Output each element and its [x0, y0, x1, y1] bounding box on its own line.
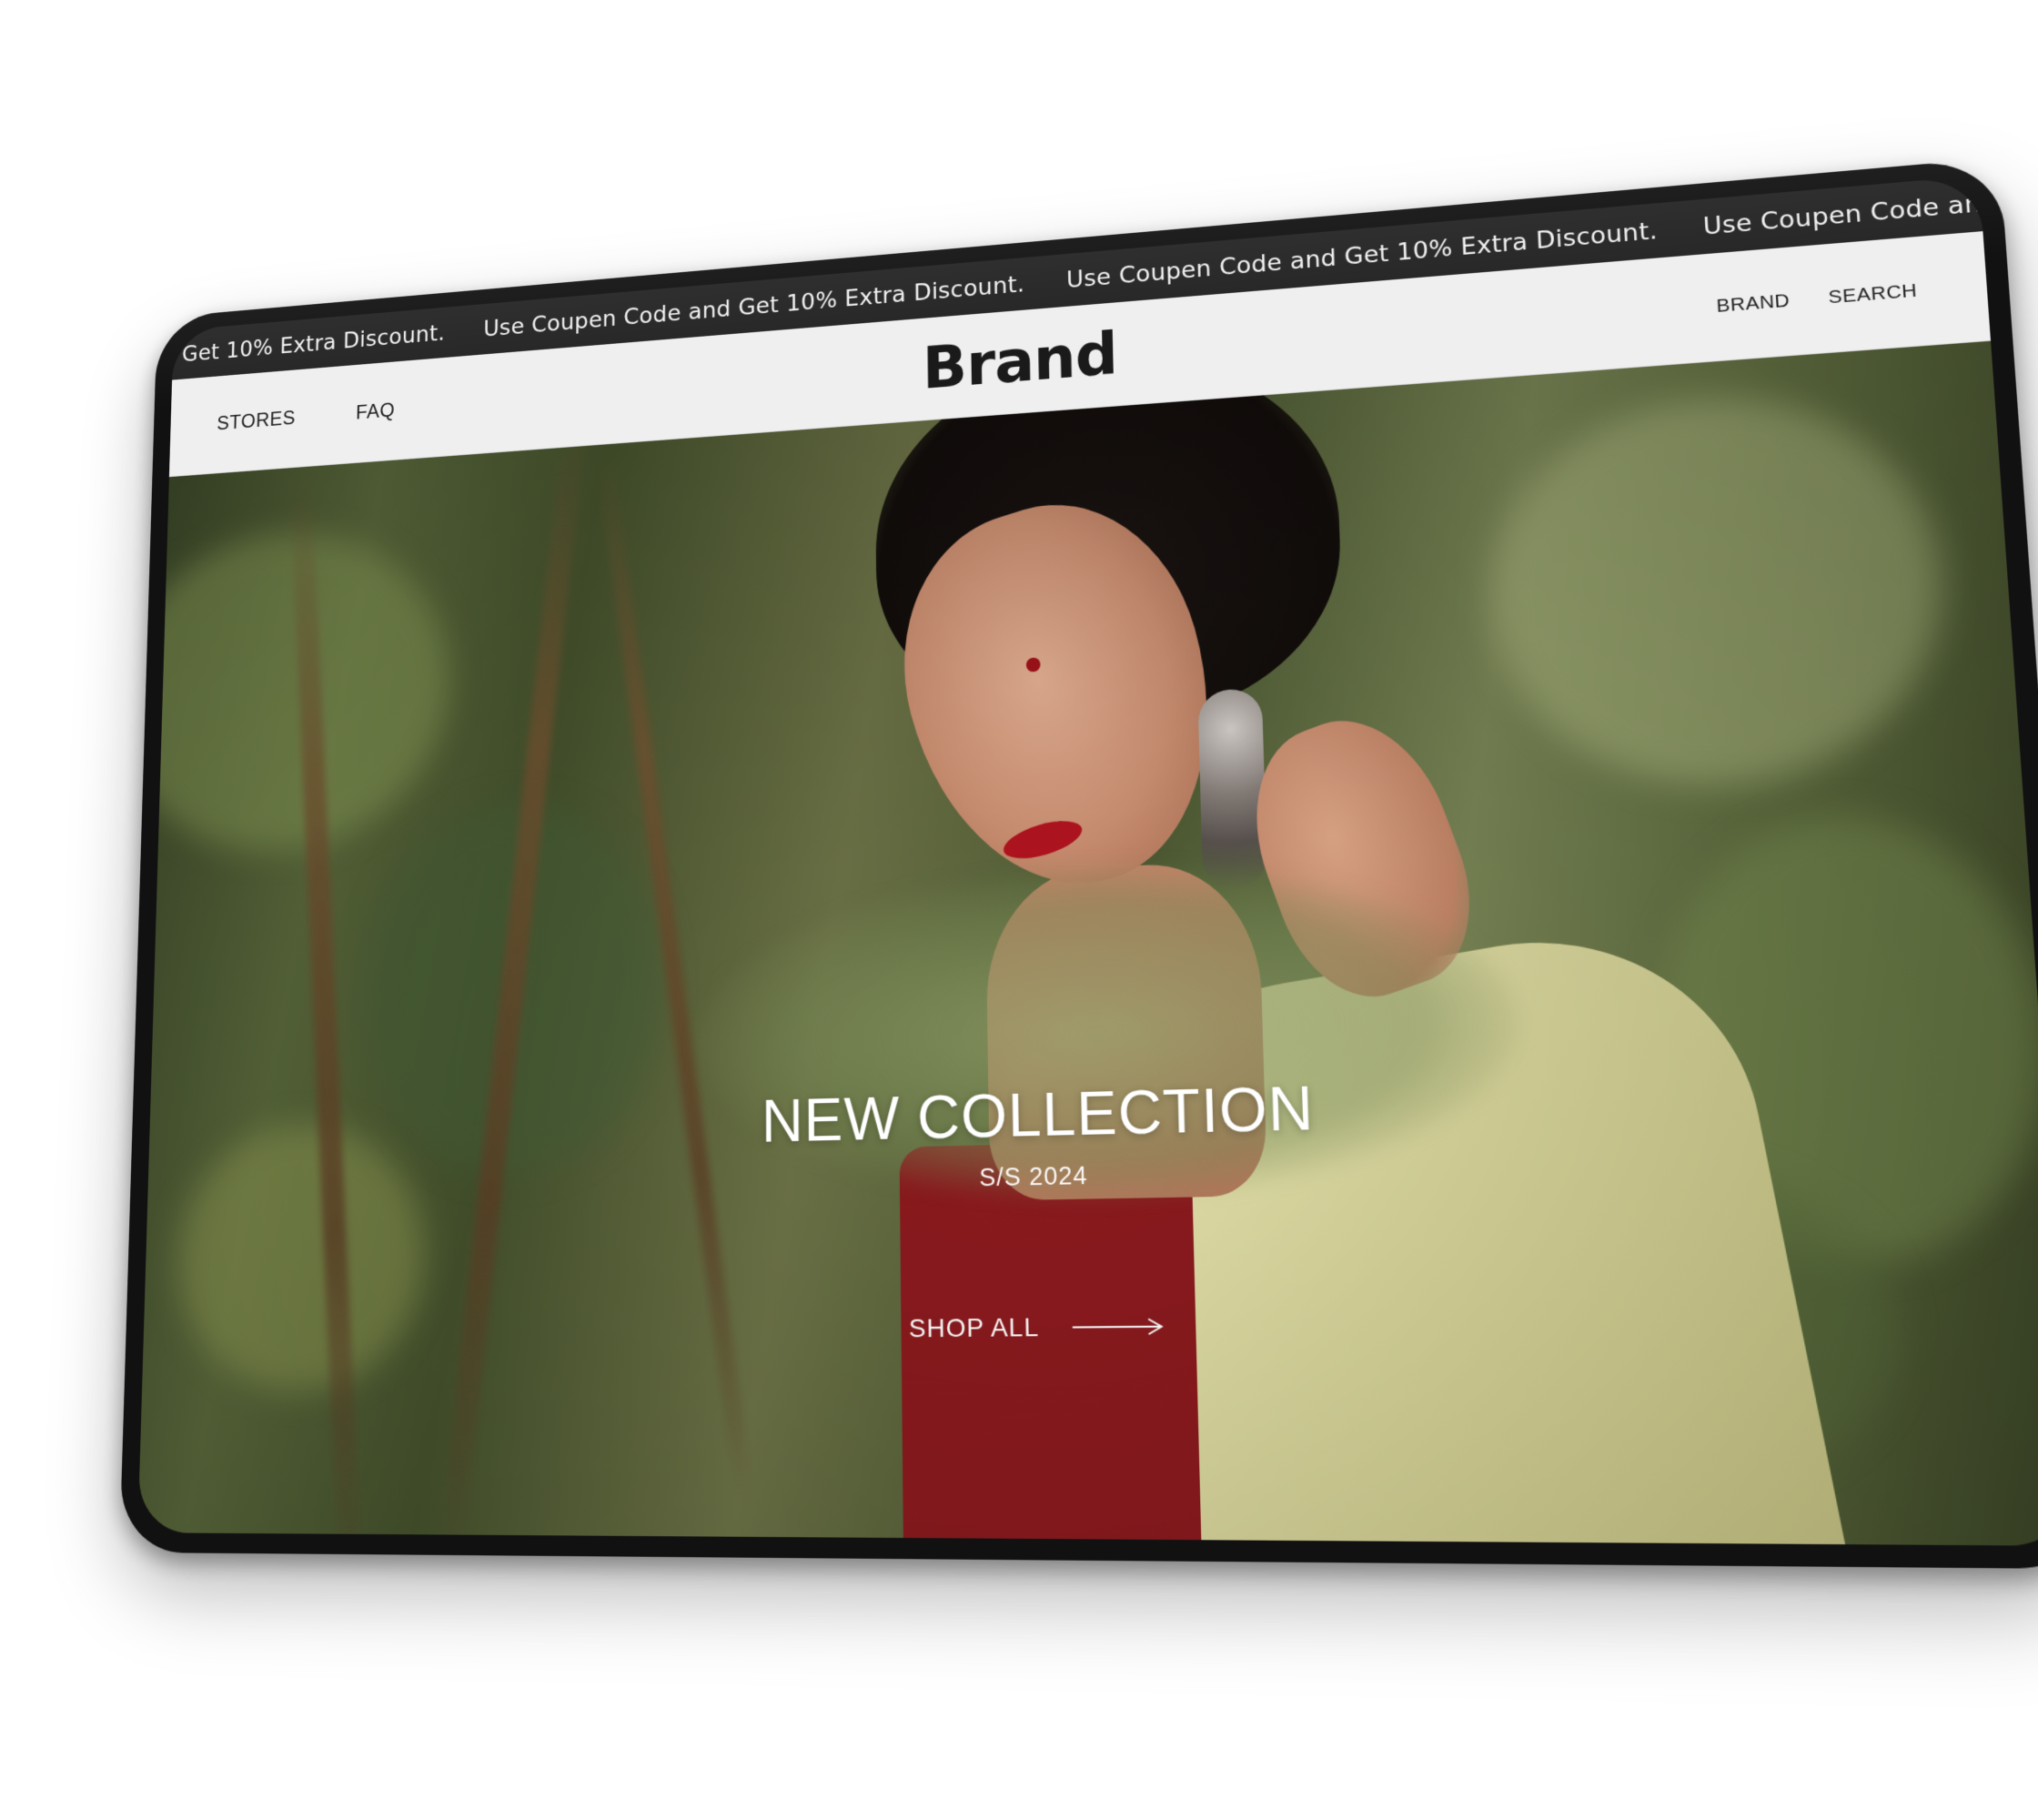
shop-all-label: SHOP ALL: [909, 1312, 1040, 1343]
nav-link-search[interactable]: SEARCH: [1825, 237, 1921, 351]
nav-link-faq[interactable]: FAQ: [355, 361, 396, 462]
brand-logo[interactable]: Brand: [922, 302, 1118, 420]
screen: Use Coupen Code and Get 10% Extra Discou…: [137, 176, 2038, 1546]
stage: Use Coupen Code and Get 10% Extra Discou…: [0, 0, 2038, 1820]
shop-all-button[interactable]: SHOP ALL: [909, 1311, 1165, 1344]
hero-text-block: NEW COLLECTION S/S 2024: [762, 1072, 1317, 1197]
hero-banner: NEW COLLECTION S/S 2024 SHOP ALL: [137, 341, 2038, 1546]
hero-title: NEW COLLECTION: [762, 1072, 1316, 1156]
nav-link-stores[interactable]: STORES: [216, 369, 297, 472]
announcement-text: Use Coupen Code and Get 10% Extra Discou…: [1702, 176, 1983, 240]
nav-link-brand[interactable]: BRAND: [1713, 248, 1793, 360]
hero-overlay: [137, 341, 2038, 1546]
arrow-right-icon: [1072, 1317, 1165, 1337]
device-frame: Use Coupen Code and Get 10% Extra Discou…: [119, 157, 2038, 1569]
